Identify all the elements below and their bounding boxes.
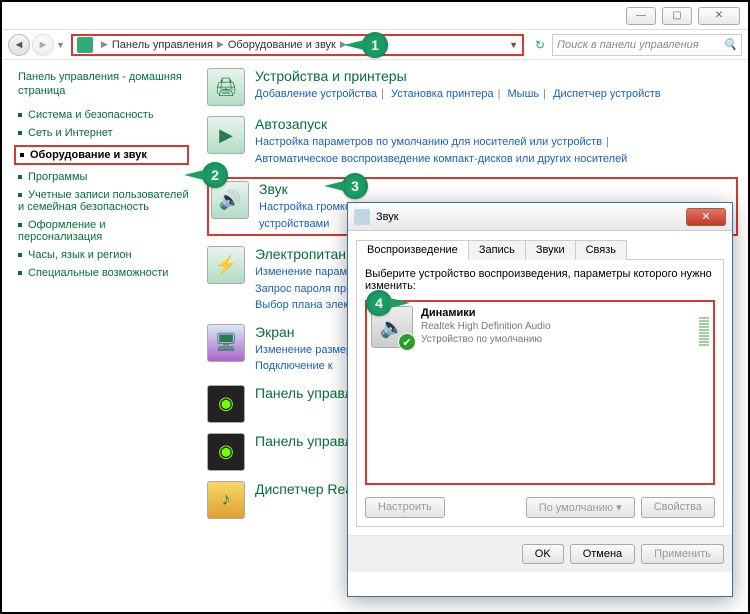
sidebar-item-network[interactable]: Сеть и Интернет <box>18 127 189 139</box>
instruction: Выберите устройство воспроизведения, пар… <box>365 268 715 292</box>
search-icon[interactable]: 🔍 <box>723 38 737 51</box>
device-list[interactable]: 🔈 Динамики Realtek High Definition Audio… <box>365 300 715 485</box>
ok-button[interactable]: OK <box>522 544 564 564</box>
autoplay-icon: ▶ <box>207 116 245 154</box>
sidebar-item-accounts[interactable]: Учетные записи пользователей и семейная … <box>18 189 189 213</box>
link-autoplay-defaults[interactable]: Настройка параметров по умолчанию для но… <box>255 136 602 148</box>
cat-devices-title[interactable]: Устройства и принтеры <box>255 68 661 84</box>
link-display-size[interactable]: Изменение размера <box>255 344 358 356</box>
display-icon: 🖥 <box>207 324 245 362</box>
minimize-button[interactable]: — <box>626 7 656 25</box>
tab-pane: Выберите устройство воспроизведения, пар… <box>356 260 724 527</box>
apply-button[interactable]: Применить <box>641 544 724 564</box>
maximize-button[interactable]: ▢ <box>662 7 692 25</box>
sidebar-item-accessibility[interactable]: Специальные возможности <box>18 267 189 279</box>
cat-display-title[interactable]: Экран <box>255 324 358 340</box>
device-item[interactable]: 🔈 Динамики Realtek High Definition Audio… <box>371 306 709 348</box>
tabs: Воспроизведение Запись Звуки Связь <box>356 239 724 260</box>
callout-2: 2 <box>202 162 228 188</box>
device-driver: Realtek High Definition Audio <box>421 320 551 333</box>
chevron-right-icon[interactable]: ▶ <box>99 39 110 50</box>
chevron-down-icon: ▾ <box>616 502 622 514</box>
back-button[interactable]: ◄ <box>8 34 30 56</box>
sidebar-item-hardware-sound[interactable]: Оборудование и звук <box>14 145 189 165</box>
sidebar-item-programs[interactable]: Программы <box>18 171 189 183</box>
close-button[interactable]: ✕ <box>698 7 740 25</box>
sidebar-item-clock[interactable]: Часы, язык и регион <box>18 249 189 261</box>
chevron-right-icon[interactable]: ▶ <box>215 39 226 50</box>
devices-icon: 🖨 <box>207 68 245 106</box>
sidebar-item-appearance[interactable]: Оформление и персонализация <box>18 219 189 243</box>
cat-autoplay: ▶ Автозапуск Настройка параметров по умо… <box>207 116 738 167</box>
titlebar: — ▢ ✕ <box>2 2 748 30</box>
search-input[interactable]: Поиск в панели управления 🔍 <box>552 34 742 56</box>
device-status: Устройство по умолчанию <box>421 333 551 346</box>
sound-dialog: Звук ✕ Воспроизведение Запись Звуки Связ… <box>347 202 733 597</box>
default-button[interactable]: По умолчанию ▾ <box>526 497 635 518</box>
tab-communication[interactable]: Связь <box>575 240 627 260</box>
search-placeholder: Поиск в панели управления <box>557 39 699 51</box>
sidebar-home[interactable]: Панель управления - домашняя страница <box>18 70 189 99</box>
recent-dropdown-icon[interactable]: ▼ <box>56 40 65 50</box>
forward-button[interactable]: ► <box>32 34 54 56</box>
realtek-icon: ♪ <box>207 481 245 519</box>
refresh-button[interactable]: ↻ <box>530 35 550 55</box>
properties-button[interactable]: Свойства <box>641 497 715 518</box>
tab-recording[interactable]: Запись <box>468 240 526 260</box>
callout-4: 4 <box>366 290 392 316</box>
dialog-close-button[interactable]: ✕ <box>686 208 726 226</box>
link-add-printer[interactable]: Установка принтера <box>391 88 494 100</box>
cancel-button[interactable]: Отмена <box>570 544 635 564</box>
callout-3: 3 <box>342 173 368 199</box>
speaker-icon <box>354 209 370 225</box>
nvidia-icon: ◉ <box>207 385 245 423</box>
crumb-current[interactable]: Оборудование и звук <box>228 39 336 51</box>
control-panel-icon <box>77 37 93 53</box>
tab-playback[interactable]: Воспроизведение <box>356 240 469 260</box>
dialog-footer: OK Отмена Применить <box>348 535 732 572</box>
callout-1: 1 <box>362 32 388 58</box>
link-mouse[interactable]: Мышь <box>508 88 540 100</box>
sidebar-item-system[interactable]: Система и безопасность <box>18 109 189 121</box>
configure-button[interactable]: Настроить <box>365 497 445 518</box>
dialog-titlebar[interactable]: Звук ✕ <box>348 203 732 231</box>
link-autoplay-cd[interactable]: Автоматическое воспроизведение компакт-д… <box>255 153 627 165</box>
cat-autoplay-title[interactable]: Автозапуск <box>255 116 627 132</box>
crumb-root[interactable]: Панель управления <box>112 39 213 51</box>
cat-devices: 🖨 Устройства и принтеры Добавление устро… <box>207 68 738 106</box>
dialog-title: Звук <box>376 211 399 223</box>
link-display-connect[interactable]: Подключение к <box>255 360 333 372</box>
power-icon: ⚡ <box>207 246 245 284</box>
tab-sounds[interactable]: Звуки <box>525 240 576 260</box>
nvidia-icon: ◉ <box>207 433 245 471</box>
link-dev-manager[interactable]: Диспетчер устройств <box>553 88 661 100</box>
sidebar: Панель управления - домашняя страница Си… <box>2 60 197 612</box>
level-meter <box>699 306 709 346</box>
device-name: Динамики <box>421 306 551 320</box>
link-add-device[interactable]: Добавление устройства <box>255 88 377 100</box>
address-dropdown-icon[interactable]: ▼ <box>509 40 518 50</box>
breadcrumb[interactable]: ▶ Панель управления ▶ Оборудование и зву… <box>71 34 524 56</box>
